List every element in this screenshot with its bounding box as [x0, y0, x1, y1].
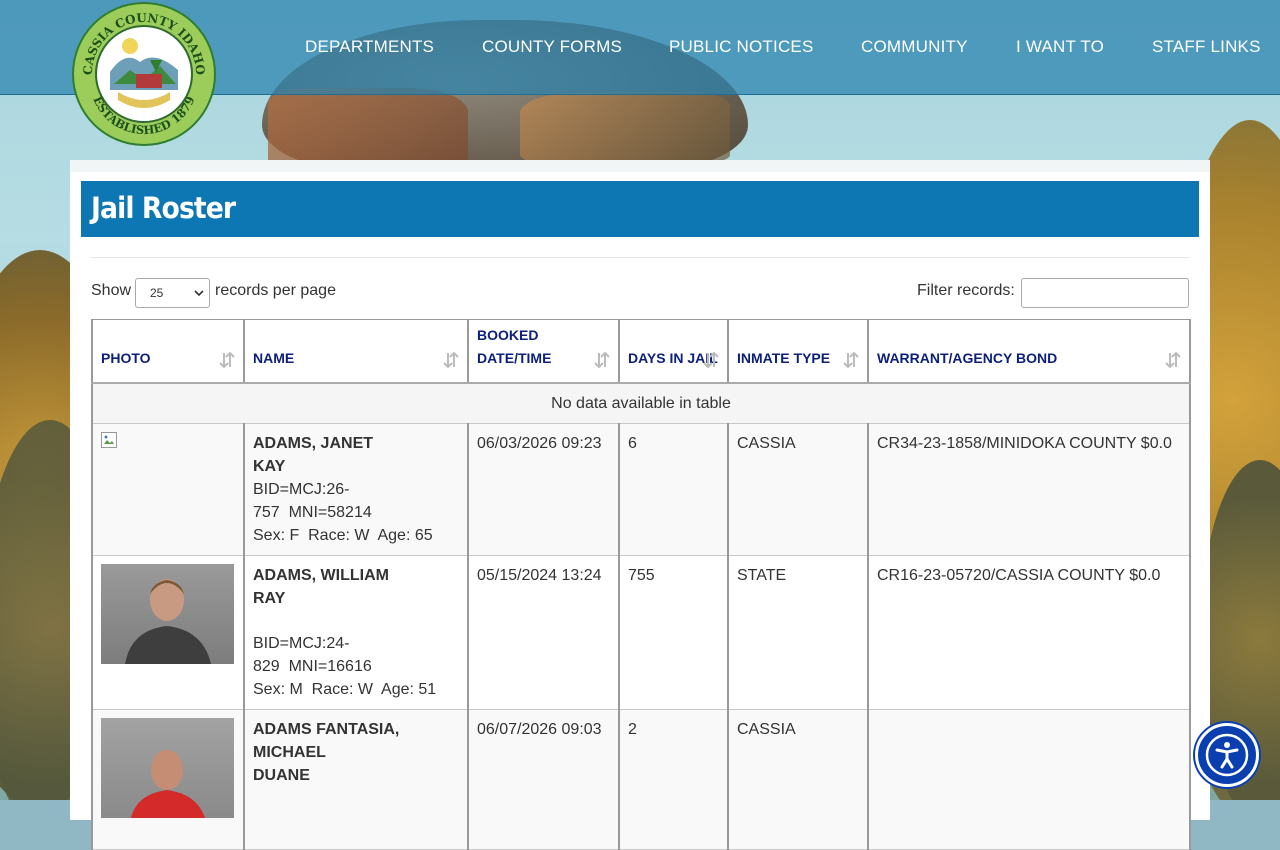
sort-arrows-icon — [219, 351, 235, 368]
chevron-down-icon — [194, 290, 204, 297]
sort-arrows-icon — [703, 351, 719, 368]
accessibility-button[interactable] — [1195, 723, 1259, 787]
page-title: Jail Roster — [91, 191, 236, 225]
empty-row: No data available in table — [91, 382, 1191, 424]
photo-cell — [91, 423, 245, 556]
warrant-cell — [867, 709, 1191, 850]
booked-cell: 06/07/2026 09:03 — [467, 709, 620, 850]
inmate-type-cell: CASSIA — [727, 709, 869, 850]
nav-county-forms[interactable]: COUNTY FORMS — [482, 37, 622, 57]
records-per-page-label: records per page — [215, 282, 336, 299]
nav-staff-links[interactable]: STAFF LINKS — [1152, 37, 1261, 57]
broken-image-icon — [101, 432, 117, 448]
warrant-cell: CR34-23-1858/MINIDOKA COUNTY $0.0 — [867, 423, 1191, 556]
inmate-demographics: Sex: F Race: W Age: 65 — [253, 527, 433, 544]
booked-cell: 05/15/2024 13:24 — [467, 555, 620, 710]
inmate-name: ADAMS FANTASIA, — [253, 721, 400, 738]
nav-i-want-to[interactable]: I WANT TO — [1016, 37, 1104, 57]
sort-arrows-icon — [594, 351, 610, 368]
table-header-row: PHOTO NAME BOOKED DATE/TIME DAYS IN JAIL… — [91, 319, 1191, 384]
column-header-inmate-type[interactable]: INMATE TYPE — [727, 319, 869, 384]
column-header-warrant[interactable]: WARRANT/AGENCY BOND — [867, 319, 1191, 384]
county-seal-logo[interactable]: CASSIA COUNTY IDAHO ESTABLISHED 1879 — [70, 0, 218, 148]
inmate-type-cell: CASSIA — [727, 423, 869, 556]
records-per-page-select[interactable]: 25 — [135, 278, 210, 308]
accessibility-icon — [1205, 733, 1249, 777]
name-cell: ADAMS FANTASIA, MICHAEL DUANE — [243, 709, 469, 850]
inmate-name-continued: MICHAEL — [253, 744, 326, 761]
inmate-mni: 757 MNI=58214 — [253, 504, 372, 521]
days-cell: 755 — [618, 555, 729, 710]
sort-arrows-icon — [443, 351, 459, 368]
sort-arrows-icon — [1165, 351, 1181, 368]
sort-arrows-icon — [843, 351, 859, 368]
show-label: Show — [91, 282, 132, 299]
table-row: ADAMS, JANET KAY BID=MCJ:26- 757 MNI=582… — [91, 423, 1191, 556]
nav-public-notices[interactable]: PUBLIC NOTICES — [669, 37, 814, 57]
inmate-type-cell: STATE — [727, 555, 869, 710]
nav-departments[interactable]: DEPARTMENTS — [305, 37, 434, 57]
filter-input[interactable] — [1021, 278, 1189, 308]
column-header-days[interactable]: DAYS IN JAIL — [618, 319, 729, 384]
inmate-demographics: Sex: M Race: W Age: 51 — [253, 681, 437, 698]
name-cell: ADAMS, JANET KAY BID=MCJ:26- 757 MNI=582… — [243, 423, 469, 556]
inmate-photo[interactable] — [101, 718, 234, 818]
inmate-name: ADAMS, JANET — [253, 435, 374, 452]
days-cell: 2 — [618, 709, 729, 850]
column-header-name[interactable]: NAME — [243, 319, 469, 384]
records-per-page-value: 25 — [150, 286, 164, 300]
inmate-photo[interactable] — [101, 564, 234, 664]
name-cell: ADAMS, WILLIAM RAY BID=MCJ:24- 829 MNI=1… — [243, 555, 469, 710]
jail-roster-table: PHOTO NAME BOOKED DATE/TIME DAYS IN JAIL… — [91, 319, 1191, 850]
photo-cell — [91, 555, 245, 710]
column-header-booked[interactable]: BOOKED DATE/TIME — [467, 319, 620, 384]
inmate-mni: 829 MNI=16616 — [253, 658, 372, 675]
nav-community[interactable]: COMMUNITY — [861, 37, 968, 57]
table-row: ADAMS FANTASIA, MICHAEL DUANE 06/07/2026… — [91, 709, 1191, 850]
warrant-cell: CR16-23-05720/CASSIA COUNTY $0.0 — [867, 555, 1191, 710]
inmate-name-continued: RAY — [253, 590, 286, 607]
filter-label: Filter records: — [917, 282, 1015, 299]
title-bar — [81, 181, 1199, 237]
booked-cell: 06/03/2026 09:23 — [467, 423, 620, 556]
inmate-name-continued: DUANE — [253, 767, 310, 784]
days-cell: 6 — [618, 423, 729, 556]
table-row: ADAMS, WILLIAM RAY BID=MCJ:24- 829 MNI=1… — [91, 555, 1191, 710]
empty-message: No data available in table — [91, 382, 1191, 424]
inmate-bid: BID=MCJ:26- — [253, 481, 350, 498]
inmate-name: ADAMS, WILLIAM — [253, 567, 389, 584]
photo-cell — [91, 709, 245, 850]
inmate-bid: BID=MCJ:24- — [253, 635, 350, 652]
divider — [91, 257, 1189, 258]
column-header-photo[interactable]: PHOTO — [91, 319, 245, 384]
inmate-name-continued: KAY — [253, 458, 286, 475]
